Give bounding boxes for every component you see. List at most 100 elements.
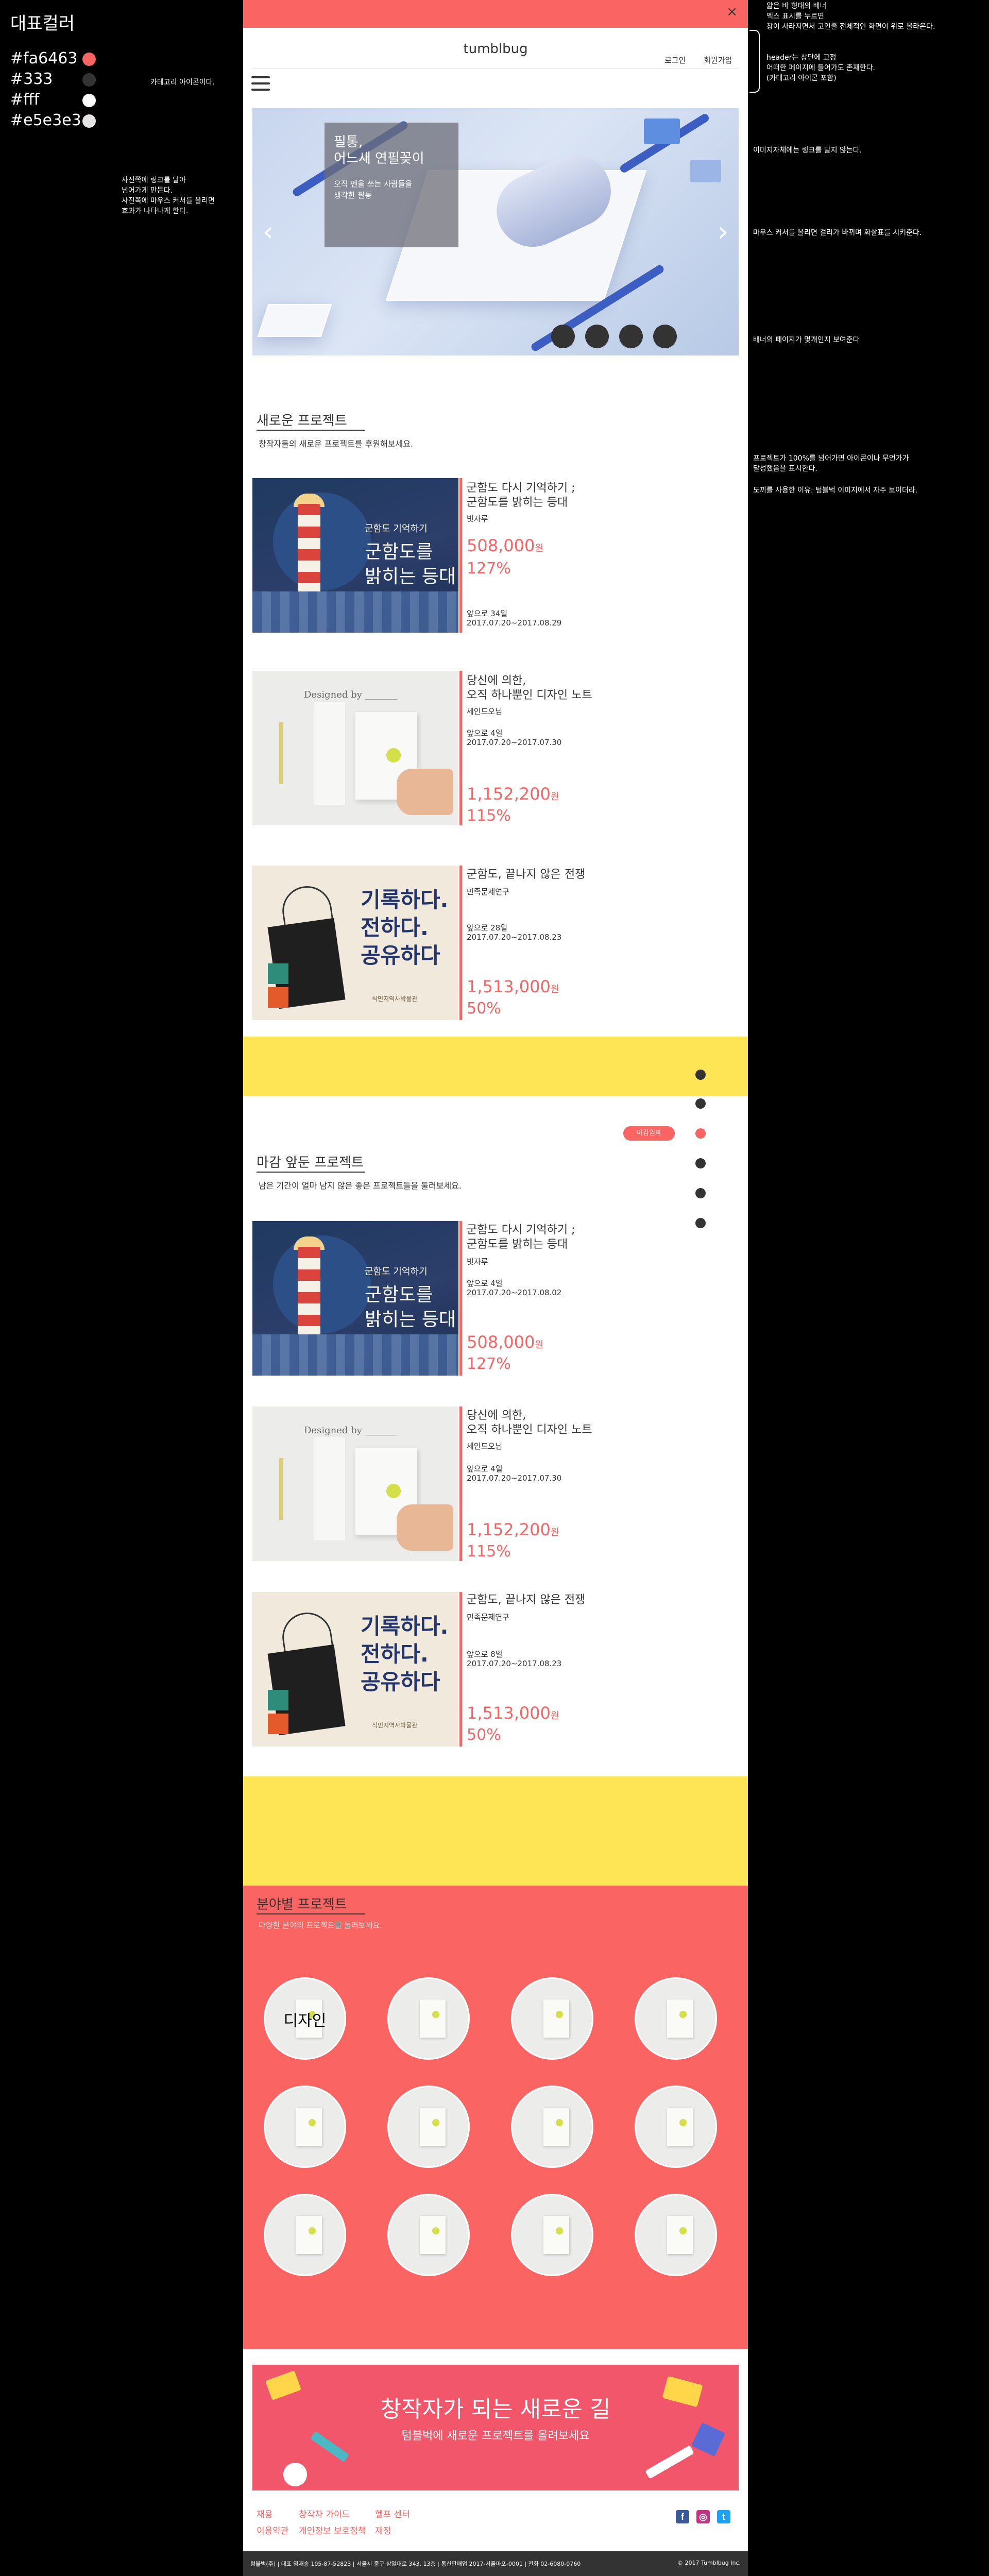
category-item[interactable] (635, 2086, 717, 2168)
twitter-icon[interactable]: t (717, 2510, 730, 2523)
lighthouse (298, 504, 320, 591)
project-title[interactable]: 군함도 다시 기억하기 ; 군함도를 밝히는 등대 (467, 1223, 724, 1252)
hero-eraser (690, 160, 721, 182)
footer-link[interactable]: 이용약관 (257, 2523, 289, 2536)
category-thumb-dot (679, 2011, 687, 2018)
category-item[interactable] (511, 2086, 593, 2168)
project-amount: 1,152,200원 (467, 784, 559, 804)
category-item[interactable] (511, 1977, 593, 2060)
note-top-banner: 얇은 바 형태의 배너 엑스 표시를 누르면 창이 사라지면서 고인줄 전체적인… (766, 2, 935, 31)
thumb-pen (279, 722, 283, 784)
progress-bar (459, 1592, 462, 1747)
thumb-text: 군함도를 밝히는 등대 (365, 541, 456, 587)
thumb-sticker (386, 748, 401, 762)
instagram-icon[interactable]: ◎ (696, 2510, 710, 2523)
hero-caption-subtitle: 오직 펜을 쓰는 사람들을 생각한 필통 (334, 179, 413, 200)
footer-link[interactable]: 개인정보 보호정책 (299, 2523, 366, 2536)
category-thumb (420, 1999, 446, 2038)
bag-tag (268, 987, 288, 1008)
thumb-text: 군함도를 밝히는 등대 (365, 1284, 456, 1330)
project-thumbnail[interactable]: Designed by _______ (252, 1406, 458, 1561)
category-item[interactable] (264, 2086, 346, 2168)
category-thumb (667, 1999, 693, 2038)
category-item[interactable] (387, 2194, 470, 2276)
project-days-left: 앞으로 4일 (467, 728, 503, 738)
section-underline (257, 430, 365, 431)
project-thumbnail[interactable]: 기록하다. 전하다. 공유하다 식민지역사박물관 (252, 866, 458, 1020)
thumb-sticker (386, 1484, 401, 1498)
project-author: 민족문제연구 (467, 887, 509, 896)
project-percent: 127% (467, 560, 511, 578)
thumb-text: 군함도 기억하기 (365, 1266, 428, 1277)
swatch-dot (82, 114, 96, 128)
section-nav-dot-active[interactable] (695, 1128, 706, 1139)
divider-band (243, 1037, 748, 1096)
note-hover-arrows: 마우스 커서를 올리면 걸리가 바뀌며 화살표를 시키준다. (753, 229, 922, 237)
section-nav-dot[interactable] (695, 1158, 706, 1168)
category-item[interactable] (264, 2194, 346, 2276)
section-nav-dot[interactable] (695, 1188, 706, 1198)
category-item[interactable] (511, 2194, 593, 2276)
footer-link[interactable]: 창작자 가이드 (299, 2507, 350, 2520)
project-thumbnail[interactable]: 기록하다. 전하다. 공유하다 식민지역사박물관 (252, 1592, 458, 1747)
category-item[interactable] (387, 2086, 470, 2168)
section-nav-dot[interactable] (695, 1098, 706, 1109)
project-title[interactable]: 당신에 의한, 오직 하나뿐인 디자인 노트 (467, 674, 724, 703)
note-category-icon: 카테고리 아이콘이다. (150, 78, 215, 87)
thumb-text: 식민지역사박물관 (372, 995, 418, 1003)
page-mockup: × tumblbug 로그인 회원가입 필통, 어느새 연필꽂이 오직 펜을 쓰… (243, 0, 748, 2576)
close-icon[interactable]: × (726, 4, 738, 20)
creator-banner[interactable]: 창작자가 되는 새로운 길 텀블벅에 새로운 프로젝트를 올려보세요 (252, 2365, 739, 2490)
category-thumb (420, 2108, 446, 2146)
category-thumb (420, 2216, 446, 2254)
chevron-left-icon[interactable]: ‹ (263, 216, 274, 247)
progress-bar (459, 1221, 462, 1376)
slide-dot[interactable] (585, 325, 609, 348)
amount-value: 508,000 (467, 536, 535, 555)
thumb-text: Designed by _______ (304, 689, 398, 700)
category-item[interactable]: 디자인 (264, 1977, 346, 2060)
project-thumbnail[interactable]: 군함도 기억하기 군함도를 밝히는 등대 (252, 1221, 458, 1376)
project-days-left: 앞으로 8일 (467, 1650, 503, 1659)
divider-band (243, 1776, 748, 1887)
project-title[interactable]: 군함도 다시 기억하기 ; 군함도를 밝히는 등대 (467, 481, 724, 510)
project-title[interactable]: 군함도, 끝나지 않은 전쟁 (467, 1593, 724, 1607)
section-title: 새로운 프로젝트 (257, 413, 347, 429)
project-percent: 50% (467, 999, 501, 1018)
footer-link[interactable]: 재정 (375, 2523, 391, 2536)
facebook-icon[interactable]: f (676, 2510, 689, 2523)
category-thumb-dot (679, 2119, 687, 2126)
category-item[interactable] (635, 2194, 717, 2276)
footer-link[interactable]: 채용 (257, 2507, 272, 2520)
lighthouse (298, 1247, 320, 1334)
slide-dot[interactable] (619, 325, 643, 348)
thumb-text: 군함도 기억하기 (365, 523, 428, 534)
category-item[interactable] (635, 1977, 717, 2060)
project-thumbnail[interactable]: Designed by _______ (252, 671, 458, 825)
note-page-indicator: 배너의 페이지가 몇개인지 보여준다 (753, 336, 860, 344)
slide-dot[interactable] (551, 325, 575, 348)
project-title[interactable]: 당신에 의한, 오직 하나뿐인 디자인 노트 (467, 1409, 724, 1437)
amount-value: 1,152,200 (467, 1520, 551, 1539)
bag-tag (268, 1714, 288, 1734)
hero-caption[interactable]: 필통, 어느새 연필꽂이 오직 펜을 쓰는 사람들을 생각한 필통 (325, 123, 458, 247)
slide-dot[interactable] (653, 325, 677, 348)
project-dates: 2017.07.20~2017.07.30 (467, 738, 562, 747)
category-thumb-dot (432, 2227, 439, 2234)
project-thumbnail[interactable]: 군함도 기억하기 군함도를 밝히는 등대 (252, 478, 458, 633)
project-title[interactable]: 군함도, 끝나지 않은 전쟁 (467, 868, 724, 882)
section-subtitle: 창작자들의 새로운 프로젝트를 후원해보세요. (259, 439, 414, 449)
swatch-label: #333 (10, 70, 53, 88)
hero-banner: 필통, 어느새 연필꽂이 오직 펜을 쓰는 사람들을 생각한 필통 ‹ › (252, 108, 739, 355)
closing-tag: 마감임박 (623, 1126, 675, 1141)
section-nav-dot[interactable] (695, 1070, 706, 1080)
footer-link[interactable]: 헬프 센터 (375, 2507, 410, 2520)
signup-link[interactable]: 회원가입 (704, 55, 732, 65)
thumb-text: 기록하다. 전하다. 공유하다 (361, 1614, 449, 1694)
menu-icon[interactable] (251, 76, 270, 92)
chevron-right-icon[interactable]: › (718, 216, 728, 247)
category-item[interactable] (387, 1977, 470, 2060)
category-thumb (667, 2216, 693, 2254)
amount-unit: 원 (550, 791, 559, 802)
login-link[interactable]: 로그인 (664, 55, 686, 65)
